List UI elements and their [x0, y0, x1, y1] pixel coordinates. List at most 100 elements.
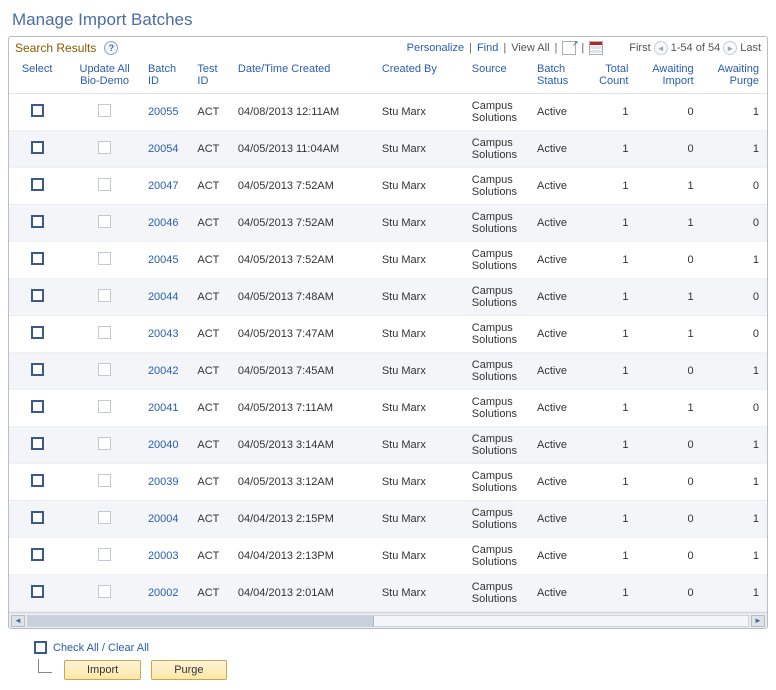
cell-status: Active: [533, 168, 587, 205]
update-checkbox[interactable]: [98, 326, 111, 339]
batch-id-link[interactable]: 20040: [148, 439, 179, 451]
batch-id-link[interactable]: 20047: [148, 180, 179, 192]
scroll-thumb[interactable]: [28, 616, 374, 626]
check-all-link[interactable]: Check All / Clear All: [34, 641, 762, 654]
batch-id-link[interactable]: 20043: [148, 328, 179, 340]
scroll-track[interactable]: [27, 615, 749, 627]
update-checkbox[interactable]: [98, 215, 111, 228]
cell-total-count: 1: [587, 131, 636, 168]
cell-awaiting-purge: 0: [702, 168, 767, 205]
select-checkbox[interactable]: [31, 548, 44, 561]
update-checkbox[interactable]: [98, 178, 111, 191]
cell-created-by: Stu Marx: [378, 390, 468, 427]
update-checkbox[interactable]: [98, 252, 111, 265]
nav-first[interactable]: First: [629, 42, 650, 54]
update-checkbox[interactable]: [98, 474, 111, 487]
cell-awaiting-purge: 1: [702, 575, 767, 612]
cell-status: Active: [533, 464, 587, 501]
batch-id-link[interactable]: 20039: [148, 476, 179, 488]
col-batch-status[interactable]: Batch Status: [533, 59, 587, 94]
zoom-icon[interactable]: [562, 41, 576, 55]
cell-total-count: 1: [587, 575, 636, 612]
select-checkbox[interactable]: [31, 178, 44, 191]
cell-test-id: ACT: [193, 131, 233, 168]
col-awaiting-import[interactable]: Awaiting Import: [636, 59, 701, 94]
batch-id-link[interactable]: 20004: [148, 513, 179, 525]
update-checkbox[interactable]: [98, 585, 111, 598]
batch-id-link[interactable]: 20002: [148, 587, 179, 599]
update-checkbox[interactable]: [98, 363, 111, 376]
col-select[interactable]: Select: [9, 59, 65, 94]
nav-last[interactable]: Last: [740, 42, 761, 54]
col-awaiting-purge[interactable]: Awaiting Purge: [702, 59, 767, 94]
select-checkbox[interactable]: [31, 363, 44, 376]
table-row: 20054ACT04/05/2013 11:04AMStu MarxCampus…: [9, 131, 767, 168]
batch-id-link[interactable]: 20041: [148, 402, 179, 414]
select-checkbox[interactable]: [31, 400, 44, 413]
batch-id-link[interactable]: 20003: [148, 550, 179, 562]
help-icon[interactable]: ?: [104, 41, 118, 55]
cell-test-id: ACT: [193, 316, 233, 353]
batch-id-link[interactable]: 20046: [148, 217, 179, 229]
select-checkbox[interactable]: [31, 474, 44, 487]
scroll-left-icon[interactable]: ◄: [11, 615, 25, 627]
personalize-link[interactable]: Personalize: [407, 42, 464, 54]
select-checkbox[interactable]: [31, 437, 44, 450]
chevron-left-icon[interactable]: ◄: [654, 41, 668, 55]
cell-created-by: Stu Marx: [378, 279, 468, 316]
col-test-id[interactable]: Test ID: [193, 59, 233, 94]
corner-connector: [38, 659, 52, 673]
import-button[interactable]: Import: [64, 660, 141, 680]
batch-id-link[interactable]: 20055: [148, 106, 179, 118]
col-batch-id[interactable]: Batch ID: [144, 59, 193, 94]
cell-source: Campus Solutions: [468, 131, 533, 168]
update-checkbox[interactable]: [98, 289, 111, 302]
cell-total-count: 1: [587, 279, 636, 316]
col-datetime[interactable]: Date/Time Created: [234, 59, 378, 94]
batch-id-link[interactable]: 20042: [148, 365, 179, 377]
col-total-count[interactable]: Total Count: [587, 59, 636, 94]
cell-source: Campus Solutions: [468, 279, 533, 316]
cell-created-by: Stu Marx: [378, 316, 468, 353]
download-icon[interactable]: [589, 41, 603, 55]
cell-created-by: Stu Marx: [378, 94, 468, 131]
cell-test-id: ACT: [193, 538, 233, 575]
select-checkbox[interactable]: [31, 511, 44, 524]
batch-id-link[interactable]: 20045: [148, 254, 179, 266]
select-checkbox[interactable]: [31, 104, 44, 117]
update-checkbox[interactable]: [98, 437, 111, 450]
data-table: Select Update All Bio-Demo Batch ID Test…: [9, 59, 767, 612]
update-checkbox[interactable]: [98, 104, 111, 117]
cell-test-id: ACT: [193, 353, 233, 390]
cell-awaiting-purge: 1: [702, 464, 767, 501]
col-created-by[interactable]: Created By: [378, 59, 468, 94]
cell-total-count: 1: [587, 501, 636, 538]
cell-created-by: Stu Marx: [378, 464, 468, 501]
select-checkbox[interactable]: [31, 585, 44, 598]
cell-awaiting-import: 0: [636, 464, 701, 501]
scroll-right-icon[interactable]: ►: [751, 615, 765, 627]
col-update-all[interactable]: Update All Bio-Demo: [65, 59, 144, 94]
purge-button[interactable]: Purge: [151, 660, 226, 680]
select-checkbox[interactable]: [31, 252, 44, 265]
cell-created-by: Stu Marx: [378, 242, 468, 279]
update-checkbox[interactable]: [98, 141, 111, 154]
horizontal-scrollbar[interactable]: ◄ ►: [9, 612, 767, 628]
find-link[interactable]: Find: [477, 42, 498, 54]
update-checkbox[interactable]: [98, 548, 111, 561]
col-source[interactable]: Source: [468, 59, 533, 94]
select-checkbox[interactable]: [31, 289, 44, 302]
chevron-right-icon[interactable]: ►: [723, 41, 737, 55]
batch-id-link[interactable]: 20054: [148, 143, 179, 155]
cell-status: Active: [533, 205, 587, 242]
cell-created-by: Stu Marx: [378, 501, 468, 538]
update-checkbox[interactable]: [98, 511, 111, 524]
cell-datetime: 04/05/2013 7:45AM: [234, 353, 378, 390]
update-checkbox[interactable]: [98, 400, 111, 413]
select-checkbox[interactable]: [31, 141, 44, 154]
select-checkbox[interactable]: [31, 326, 44, 339]
batch-id-link[interactable]: 20044: [148, 291, 179, 303]
select-checkbox[interactable]: [31, 215, 44, 228]
cell-awaiting-purge: 1: [702, 242, 767, 279]
view-all-link[interactable]: View All: [511, 42, 549, 54]
